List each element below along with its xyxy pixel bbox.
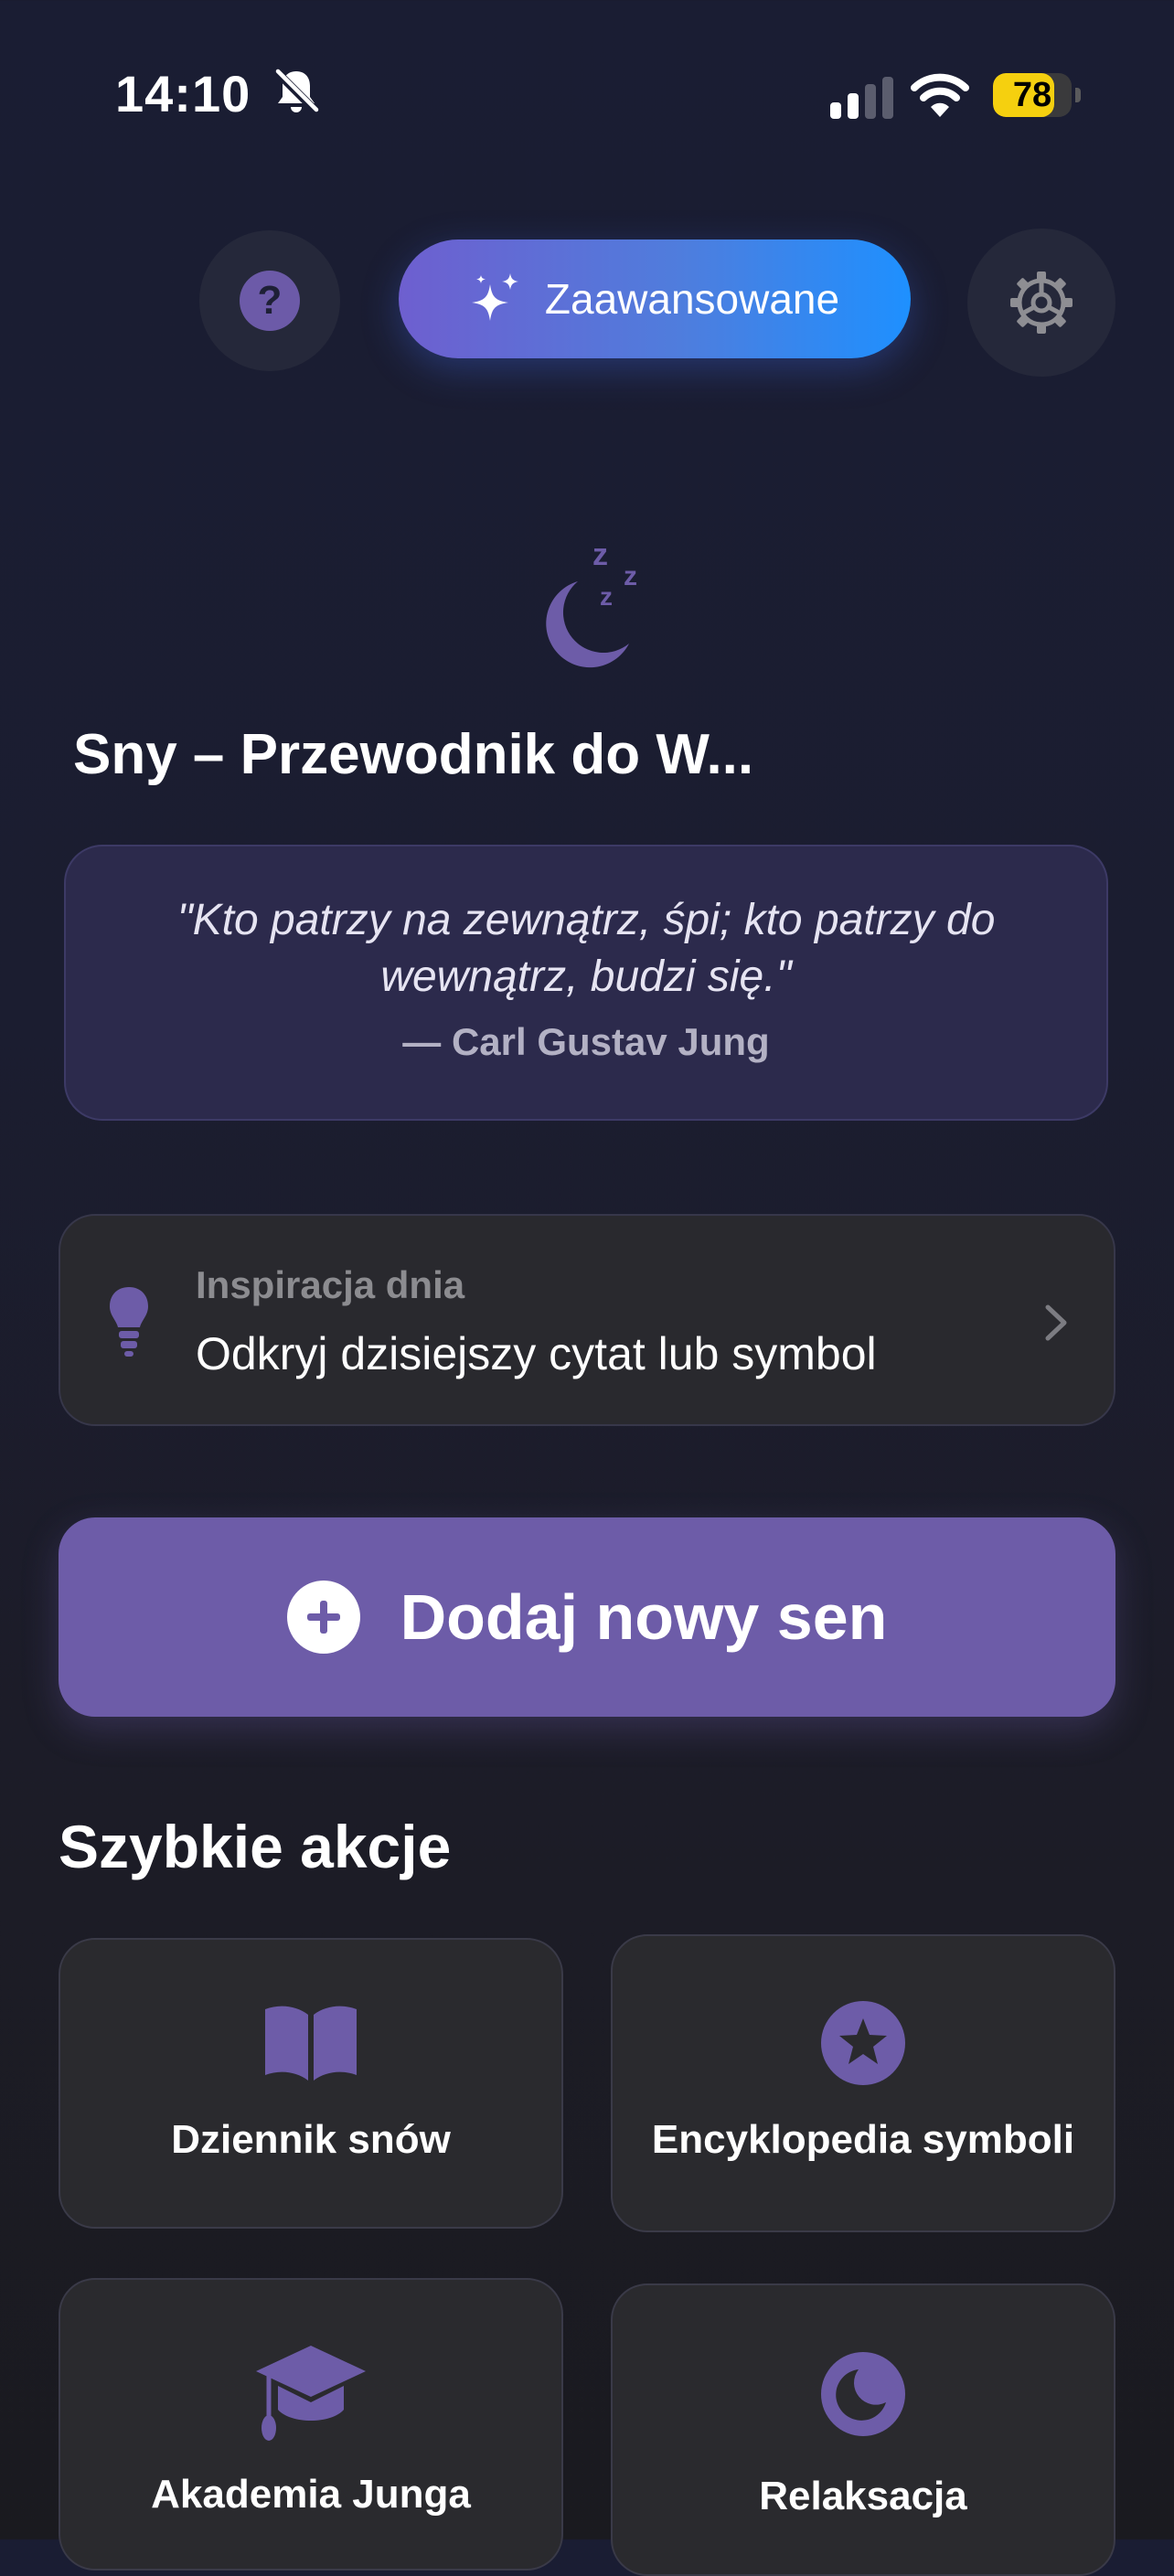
graduation-cap-icon [256,2346,366,2441]
advanced-button[interactable]: Zaawansowane [399,240,911,358]
advanced-label: Zaawansowane [544,275,840,323]
section-title-quick-actions: Szybkie akcje [59,1813,452,1880]
star-circle-icon [821,2001,905,2085]
book-icon [265,2006,357,2081]
gear-icon [1010,271,1073,334]
question-icon: ? [240,271,300,331]
cellular-signal-icon [830,77,893,119]
quote-card: "Kto patrzy na zewnątrz, śpi; kto patrzy… [64,845,1108,1121]
tile-label: Encyklopedia symboli [651,2117,1075,2162]
inspiration-text: Odkryj dzisiejszy cytat lub symbol [196,1328,877,1379]
lightbulb-icon [110,1287,148,1357]
svg-text:z: z [592,538,608,572]
svg-text:z: z [600,582,613,611]
tile-dream-journal[interactable]: Dziennik snów [59,1938,563,2229]
help-button[interactable]: ? [199,230,340,371]
status-time: 14:10 [115,65,251,122]
tile-symbol-encyclopedia[interactable]: Encyklopedia symboli [611,1934,1115,2232]
battery-level: 78 [1012,76,1052,114]
tile-label: Relaksacja [759,2474,967,2518]
svg-text:z: z [624,561,637,591]
quote-text: "Kto patrzy na zewnątrz, śpi; kto patrzy… [176,896,996,1001]
bell-muted-icon [272,68,320,115]
tile-label: Dziennik snów [171,2117,451,2162]
plus-circle-icon [286,1581,360,1654]
add-dream-button[interactable]: Dodaj nowy sen [59,1517,1115,1717]
sleeping-moon-icon: z z z [546,538,637,668]
chevron-right-icon [1045,1304,1067,1341]
battery-icon: 78 [993,73,1081,119]
moon-circle-icon [821,2352,905,2436]
add-dream-label: Dodaj nowy sen [400,1581,888,1653]
tile-label: Akademia Junga [151,2472,471,2517]
inspiration-label: Inspiracja dnia [196,1263,465,1306]
page-title: Sny – Przewodnik do W... [73,723,754,786]
quote-author: — Carl Gustav Jung [402,1020,770,1063]
settings-button[interactable] [967,229,1115,377]
tile-relaxation[interactable]: Relaksacja [611,2283,1115,2576]
tile-jung-academy[interactable]: Akademia Junga [59,2278,563,2571]
wifi-icon [911,73,969,117]
sparkles-icon [471,273,518,321]
inspiration-card[interactable]: Inspiracja dnia Odkryj dzisiejszy cytat … [59,1214,1115,1426]
